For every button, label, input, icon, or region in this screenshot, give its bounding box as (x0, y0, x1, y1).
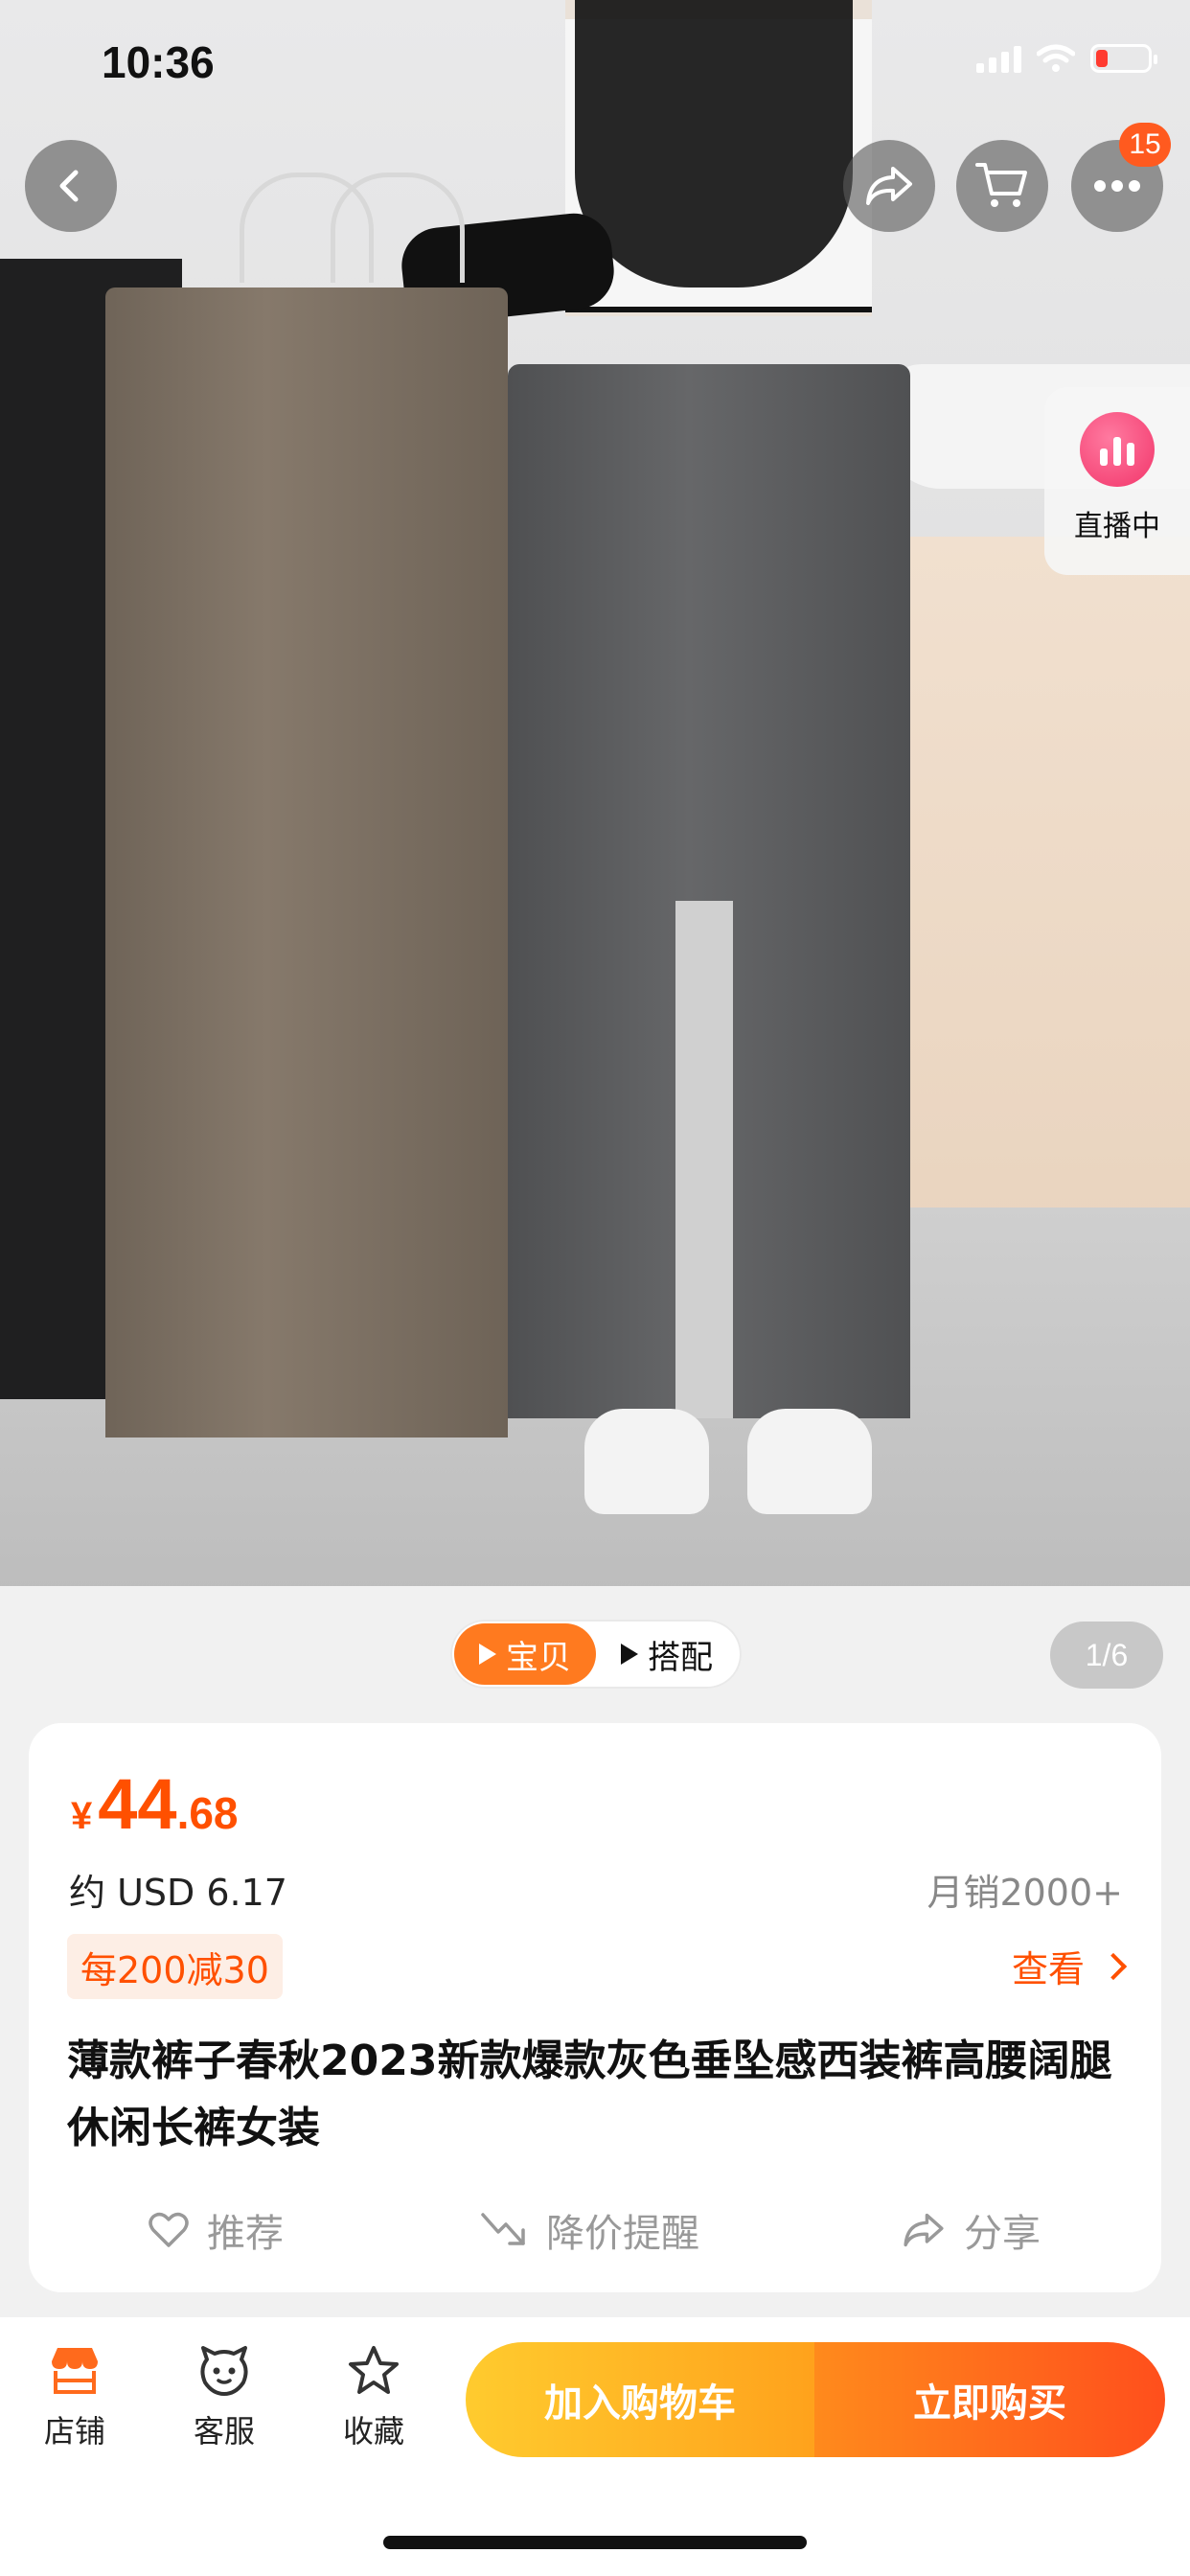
tab-label: 搭配 (648, 1638, 713, 1677)
buy-now-button[interactable]: 立即购买 (814, 2342, 1165, 2457)
gray-pants (508, 364, 910, 1418)
tab-outfit[interactable]: 搭配 (596, 1623, 738, 1685)
share-button[interactable] (843, 140, 935, 232)
cart-icon (975, 163, 1027, 207)
favorite-button[interactable]: 收藏 (316, 2344, 431, 2451)
cart-button[interactable] (956, 140, 1048, 232)
share-arrow-icon (866, 167, 912, 205)
status-time: 10:36 (102, 37, 215, 87)
home-indicator[interactable] (383, 2536, 807, 2549)
share-icon (904, 2213, 944, 2247)
product-image[interactable] (0, 0, 1190, 1586)
battery-icon (1090, 44, 1157, 73)
more-dots-icon (1094, 180, 1140, 192)
tab-product[interactable]: 宝贝 (454, 1623, 596, 1685)
recommend-button[interactable]: 推荐 (148, 2202, 284, 2258)
store-label: 店铺 (43, 2413, 105, 2450)
play-icon (621, 1644, 638, 1665)
sneaker (747, 1409, 872, 1514)
more-button[interactable]: 15 (1071, 123, 1171, 232)
page-indicator: 1/6 (1050, 1622, 1163, 1689)
usd-price: 约 USD 6.17 (69, 1872, 287, 1914)
status-icons (976, 44, 1157, 73)
heart-icon (149, 2212, 189, 2247)
product-title: 薄款裤子春秋2023新款爆款灰色垂坠感西装裤高腰阔腿休闲长裤女装 (67, 2036, 1112, 2152)
star-icon (349, 2346, 399, 2394)
back-button[interactable] (25, 140, 117, 232)
recommend-label: 推荐 (207, 2212, 284, 2256)
price-alert-button[interactable]: 降价提醒 (479, 2202, 699, 2258)
play-icon (479, 1644, 496, 1665)
live-stream-entry[interactable]: 直播中 (1044, 387, 1190, 575)
purchase-buttons: 加入购物车 立即购买 (466, 2342, 1165, 2457)
price: ¥ 44 .68 (71, 1763, 239, 1845)
coupon-view-link[interactable]: 查看 (1011, 1940, 1128, 1992)
chevron-right-icon (1099, 1952, 1128, 1980)
signal-icon (976, 44, 1021, 73)
add-to-cart-button[interactable]: 加入购物车 (466, 2342, 814, 2457)
hanger-icon (331, 172, 465, 283)
share-label: 分享 (964, 2212, 1041, 2256)
favorite-label: 收藏 (342, 2413, 404, 2450)
price-decimal: .68 (176, 1788, 239, 1838)
live-label: 直播中 (1074, 510, 1160, 543)
brown-pants (105, 288, 508, 1438)
price-drop-icon (481, 2213, 525, 2245)
live-icon (1080, 412, 1155, 487)
share-action-button[interactable]: 分享 (901, 2202, 1041, 2258)
notification-badge: 15 (1119, 123, 1171, 167)
service-label: 客服 (193, 2413, 255, 2450)
monthly-sales: 月销2000+ (927, 1872, 1123, 1914)
wifi-icon (1037, 44, 1075, 72)
store-icon (52, 2348, 98, 2394)
price-currency: ¥ (71, 1795, 93, 1837)
tab-label: 宝贝 (506, 1638, 571, 1677)
view-label: 查看 (1011, 1948, 1085, 1990)
chevron-left-icon (59, 170, 79, 202)
price-integer: 44 (98, 1764, 177, 1844)
gallery-tabs: 宝贝 搭配 (450, 1620, 742, 1689)
product-actions: 推荐 降价提醒 分享 (29, 2202, 1161, 2264)
model-hair (575, 0, 853, 288)
customer-service-button[interactable]: 客服 (167, 2344, 282, 2451)
service-face-icon (200, 2346, 248, 2396)
sneaker (584, 1409, 709, 1514)
store-button[interactable]: 店铺 (17, 2344, 132, 2451)
price-alert-label: 降价提醒 (546, 2212, 699, 2256)
product-info-card: ¥ 44 .68 约 USD 6.17 月销2000+ 每200减30 查看 薄… (29, 1723, 1161, 2292)
coupon-badge[interactable]: 每200减30 (67, 1934, 283, 1999)
